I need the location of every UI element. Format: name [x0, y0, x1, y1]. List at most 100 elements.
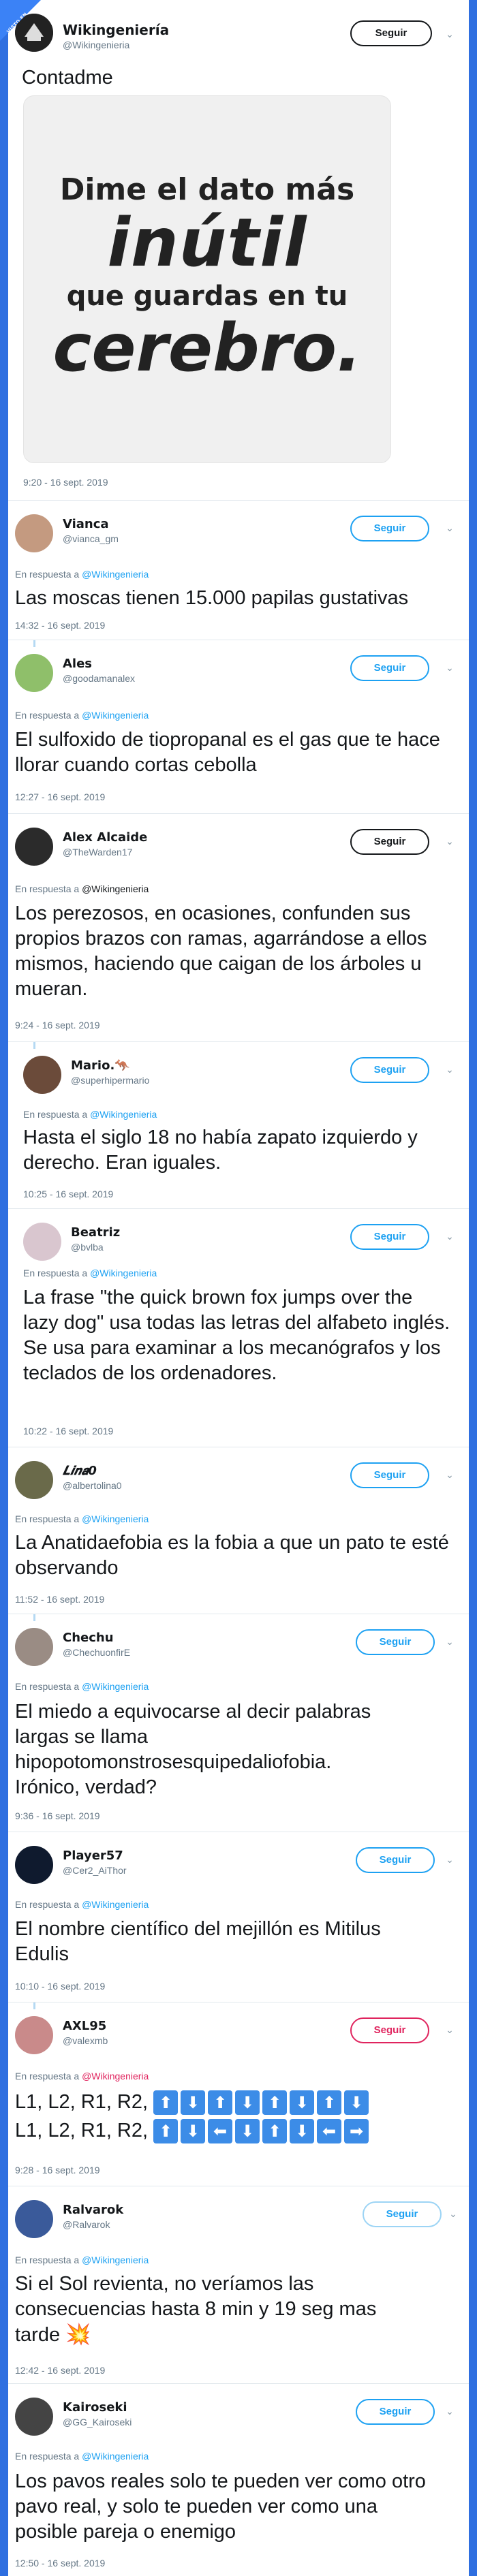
timestamp[interactable]: 12:50 - 16 sept. 2019 [15, 2558, 105, 2569]
timestamp[interactable]: 9:24 - 16 sept. 2019 [15, 1020, 100, 1031]
reply-mention-link[interactable]: @Wikingenieria [82, 883, 149, 894]
author-name[interactable]: AXL95 [63, 2019, 106, 2033]
avatar[interactable] [15, 2200, 53, 2238]
timestamp[interactable]: 11:52 - 16 sept. 2019 [15, 1594, 104, 1605]
chevron-down-icon[interactable]: ⌄ [444, 522, 455, 533]
arrow-key-icon: ⬇ [290, 2119, 315, 2144]
chevron-down-icon[interactable]: ⌄ [448, 2208, 459, 2219]
author-name[interactable]: Beatriz [71, 1225, 120, 1240]
chevron-down-icon[interactable]: ⌄ [444, 1854, 455, 1865]
author-handle[interactable]: @bvlba [71, 1242, 104, 1253]
author-handle[interactable]: @vianca_gm [63, 533, 119, 544]
meme-image[interactable]: Dime el dato más inútil que guardas en t… [23, 95, 391, 463]
reply-mention-link[interactable]: @Wikingenieria [82, 2071, 149, 2082]
author-name[interactable]: Ales [63, 657, 92, 671]
timestamp[interactable]: 9:36 - 16 sept. 2019 [15, 1810, 100, 1821]
follow-button[interactable]: Seguir [350, 1224, 429, 1250]
follow-button[interactable]: Seguir [356, 1847, 435, 1873]
tweet-text: La frase "the quick brown fox jumps over… [23, 1287, 450, 1385]
follow-button[interactable]: Seguir [350, 655, 429, 681]
author-name[interactable]: Chechu [63, 1631, 114, 1645]
follow-button[interactable]: Seguir [350, 516, 429, 541]
tweet-text: El miedo a equivocarse al decir palabras… [15, 1701, 371, 1799]
follow-button[interactable]: Seguir [356, 1629, 435, 1655]
timestamp[interactable]: 9:20 - 16 sept. 2019 [23, 477, 108, 488]
author-name[interactable]: Ralvarok [63, 2203, 123, 2217]
author-name[interactable]: Kairoseki [63, 2400, 127, 2415]
author-name[interactable]: Player57 [63, 1849, 123, 1863]
author-handle[interactable]: @Ralvarok [63, 2219, 110, 2230]
author-name[interactable]: Vianca [63, 517, 109, 531]
tweet-text: Los pavos reales solo te pueden ver como… [15, 2470, 426, 2543]
reply-mention-link[interactable]: @Wikingenieria [82, 710, 149, 721]
avatar[interactable] [15, 1846, 53, 1884]
author-handle[interactable]: @goodamanalex [63, 673, 135, 684]
arrow-key-icon: ⬇ [181, 2119, 206, 2144]
reply-mention-link[interactable]: @Wikingenieria [90, 1268, 157, 1278]
author-handle[interactable]: @superhipermario [71, 1075, 149, 1086]
arrow-key-icon: ➡ [344, 2119, 369, 2144]
author-handle[interactable]: @ChechuonfirE [63, 1647, 130, 1658]
follow-button[interactable]: Seguir [350, 20, 432, 46]
chevron-down-icon[interactable]: ⌄ [444, 1231, 455, 1242]
reply-mention-link[interactable]: @Wikingenieria [82, 569, 149, 580]
chevron-down-icon[interactable]: ⌄ [444, 1469, 455, 1480]
author-name[interactable]: Wikingeniería [63, 22, 169, 38]
chevron-down-icon[interactable]: ⌄ [444, 836, 455, 847]
thread-line [33, 1614, 35, 1621]
author-handle[interactable]: @albertolina0 [63, 1480, 122, 1491]
follow-button[interactable]: Seguir [356, 2399, 435, 2425]
follow-button[interactable]: Seguir [350, 2017, 429, 2043]
reply-tweet: Chechu @ChechuonfirE Seguir ⌄ En respues… [8, 1614, 469, 1832]
arrow-key-icon: ⬇ [290, 2090, 315, 2116]
avatar[interactable] [15, 1628, 53, 1666]
timestamp[interactable]: 10:22 - 16 sept. 2019 [23, 1426, 113, 1436]
avatar[interactable] [15, 514, 53, 552]
timestamp[interactable]: 10:25 - 16 sept. 2019 [23, 1189, 113, 1199]
avatar[interactable] [23, 1223, 61, 1261]
follow-button[interactable]: Seguir [350, 829, 429, 855]
timestamp[interactable]: 10:10 - 16 sept. 2019 [15, 1981, 105, 1992]
chevron-down-icon[interactable]: ⌄ [444, 662, 455, 673]
avatar[interactable] [15, 654, 53, 692]
reply-context: En respuesta a @Wikingenieria [15, 1513, 149, 1524]
reply-mention-link[interactable]: @Wikingenieria [90, 1109, 157, 1120]
avatar[interactable] [15, 2398, 53, 2436]
timestamp[interactable]: 12:27 - 16 sept. 2019 [15, 791, 105, 802]
tweet-text: Hasta el siglo 18 no había zapato izquie… [23, 1127, 418, 1174]
tweet-text: Las moscas tienen 15.000 papilas gustati… [15, 587, 409, 609]
timestamp[interactable]: 14:32 - 16 sept. 2019 [15, 620, 105, 631]
author-name[interactable]: 𝑳𝒊𝒏𝒂0 [63, 1464, 97, 1478]
follow-button[interactable]: Seguir [350, 1057, 429, 1083]
reply-context: En respuesta a @Wikingenieria [15, 2071, 149, 2082]
follow-button[interactable]: Seguir [363, 2201, 442, 2227]
avatar[interactable] [15, 2016, 53, 2054]
chevron-down-icon[interactable]: ⌄ [444, 1064, 455, 1075]
reply-mention-link[interactable]: @Wikingenieria [82, 1513, 149, 1524]
chevron-down-icon[interactable]: ⌄ [444, 2024, 455, 2035]
author-name[interactable]: Alex Alcaide [63, 830, 147, 845]
meme-line: que guardas en tu [66, 281, 348, 313]
reply-mention-link[interactable]: @Wikingenieria [82, 1899, 149, 1910]
author-handle[interactable]: @Cer2_AiThor [63, 1865, 127, 1876]
chevron-down-icon[interactable]: ⌄ [444, 2406, 455, 2417]
author-handle[interactable]: @TheWarden17 [63, 847, 132, 858]
chevron-down-icon[interactable]: ⌄ [444, 1636, 455, 1647]
reply-tweet: Mario.🦘 @superhipermario Seguir ⌄ En res… [8, 1042, 469, 1209]
follow-button[interactable]: Seguir [350, 1462, 429, 1488]
reply-mention-link[interactable]: @Wikingenieria [82, 1681, 149, 1692]
avatar[interactable] [15, 1461, 53, 1499]
chevron-down-icon[interactable]: ⌄ [444, 29, 455, 40]
timestamp[interactable]: 12:42 - 16 sept. 2019 [15, 2365, 105, 2376]
author-handle[interactable]: @Wikingenieria [63, 40, 129, 50]
reply-mention-link[interactable]: @Wikingenieria [82, 2451, 149, 2462]
avatar[interactable] [23, 1056, 61, 1094]
timestamp[interactable]: 9:28 - 16 sept. 2019 [15, 2165, 100, 2176]
author-name[interactable]: Mario.🦘 [71, 1058, 130, 1073]
tweet-text: El nombre científico del mejillón es Mit… [15, 1918, 381, 1966]
author-handle[interactable]: @GG_Kairoseki [63, 2417, 132, 2428]
author-handle[interactable]: @valexmb [63, 2035, 108, 2046]
avatar[interactable] [15, 828, 53, 866]
arrow-key-icon: ⬆ [208, 2090, 233, 2116]
reply-mention-link[interactable]: @Wikingenieria [82, 2255, 149, 2265]
